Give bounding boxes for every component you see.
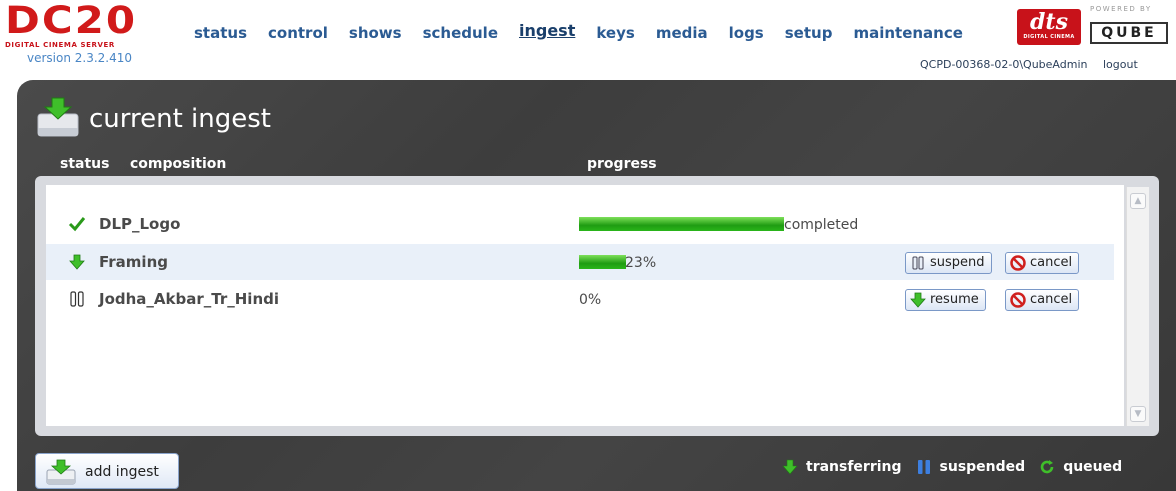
composition-name: DLP_Logo	[99, 215, 181, 233]
column-header-composition: composition	[130, 156, 227, 172]
cancel-button[interactable]: cancel	[1005, 289, 1080, 311]
cancel-button-label: cancel	[1030, 292, 1073, 307]
nav-setup[interactable]: setup	[785, 24, 833, 46]
suspended-icon	[917, 460, 930, 474]
progress-text: 0%	[579, 292, 602, 308]
nav-schedule[interactable]: schedule	[423, 24, 498, 46]
progress-text: completed	[784, 217, 859, 233]
dts-logo: dts DIGITAL CINEMA	[1017, 9, 1081, 45]
column-header-progress: progress	[587, 156, 657, 172]
logout-link[interactable]: logout	[1103, 58, 1138, 71]
resume-arrow-icon	[910, 292, 926, 308]
composition-name: Framing	[99, 253, 168, 271]
nav-ingest[interactable]: ingest	[519, 21, 575, 46]
user-info: QCPD-00368-02-0\QubeAdmin logout	[920, 58, 1138, 71]
nav-status[interactable]: status	[194, 24, 247, 46]
main-nav: status control shows schedule ingest key…	[194, 21, 984, 46]
table-row: Framing 23% suspend cancel	[46, 244, 1114, 280]
brand: DC20 DIGITAL CINEMA SERVER version 2.3.2…	[5, 0, 180, 65]
nav-control[interactable]: control	[268, 24, 328, 46]
scroll-down-icon[interactable]: ▼	[1130, 406, 1146, 422]
cancel-button-label: cancel	[1030, 255, 1073, 270]
header: DC20 DIGITAL CINEMA SERVER version 2.3.2…	[0, 0, 1176, 80]
table-row: Jodha_Akbar_Tr_Hindi 0% resume cancel	[46, 281, 1114, 317]
suspend-button[interactable]: suspend	[905, 252, 992, 274]
list-scrollbar[interactable]: ▲ ▼	[1126, 187, 1149, 426]
column-header-status: status	[60, 156, 110, 172]
checkmark-icon	[68, 217, 86, 232]
legend-queued: queued	[1063, 459, 1123, 475]
dts-logo-text: dts	[1030, 9, 1068, 35]
status-legend: transferring suspended queued	[782, 456, 1136, 478]
ingest-panel: current ingest status composition progre…	[17, 80, 1176, 491]
progress-bar	[579, 217, 784, 231]
dts-logo-subtitle: DIGITAL CINEMA	[1023, 34, 1075, 40]
ingest-list: DLP_Logo completed Framing 23% suspend c…	[46, 185, 1124, 426]
progress-fill	[579, 255, 627, 269]
suspend-button-label: suspend	[930, 255, 985, 270]
add-ingest-label: add ingest	[85, 464, 159, 480]
transferring-arrow-icon	[782, 459, 798, 475]
progress-bar	[579, 255, 784, 269]
app-window: DC20 DIGITAL CINEMA SERVER version 2.3.2…	[0, 0, 1176, 491]
cancel-icon	[1010, 292, 1026, 308]
nav-logs[interactable]: logs	[729, 24, 764, 46]
progress-text: 23%	[625, 255, 657, 271]
table-row: DLP_Logo completed	[46, 206, 1114, 242]
page-title: current ingest	[89, 104, 271, 134]
version-label: version 2.3.2.410	[27, 51, 133, 65]
nav-keys[interactable]: keys	[596, 24, 634, 46]
add-ingest-drive-icon	[46, 459, 76, 485]
queued-refresh-icon	[1040, 460, 1054, 474]
nav-media[interactable]: media	[656, 24, 708, 46]
brand-subtitle: DIGITAL CINEMA SERVER	[5, 41, 115, 49]
powered-by-label: POWERED BY	[1090, 5, 1152, 13]
ingest-list-frame: DLP_Logo completed Framing 23% suspend c…	[35, 176, 1159, 436]
legend-suspended: suspended	[939, 459, 1026, 475]
nav-shows[interactable]: shows	[349, 24, 402, 46]
qube-logo: QUBE	[1090, 22, 1168, 44]
progress-fill	[579, 217, 784, 231]
nav-maintenance[interactable]: maintenance	[853, 24, 962, 46]
account-label: QCPD-00368-02-0\QubeAdmin	[920, 58, 1088, 71]
cancel-button[interactable]: cancel	[1005, 252, 1080, 274]
cancel-icon	[1010, 255, 1026, 271]
composition-name: Jodha_Akbar_Tr_Hindi	[99, 290, 279, 308]
resume-button-label: resume	[930, 292, 979, 307]
ingest-drive-icon	[37, 97, 79, 137]
legend-transferring: transferring	[806, 459, 902, 475]
dc20-logo: DC20	[5, 0, 138, 42]
scroll-up-icon[interactable]: ▲	[1130, 193, 1146, 209]
pause-icon	[912, 256, 924, 270]
resume-button[interactable]: resume	[905, 289, 986, 311]
suspended-icon	[70, 291, 84, 307]
add-ingest-button[interactable]: add ingest	[35, 453, 179, 489]
transferring-arrow-icon	[69, 254, 85, 270]
